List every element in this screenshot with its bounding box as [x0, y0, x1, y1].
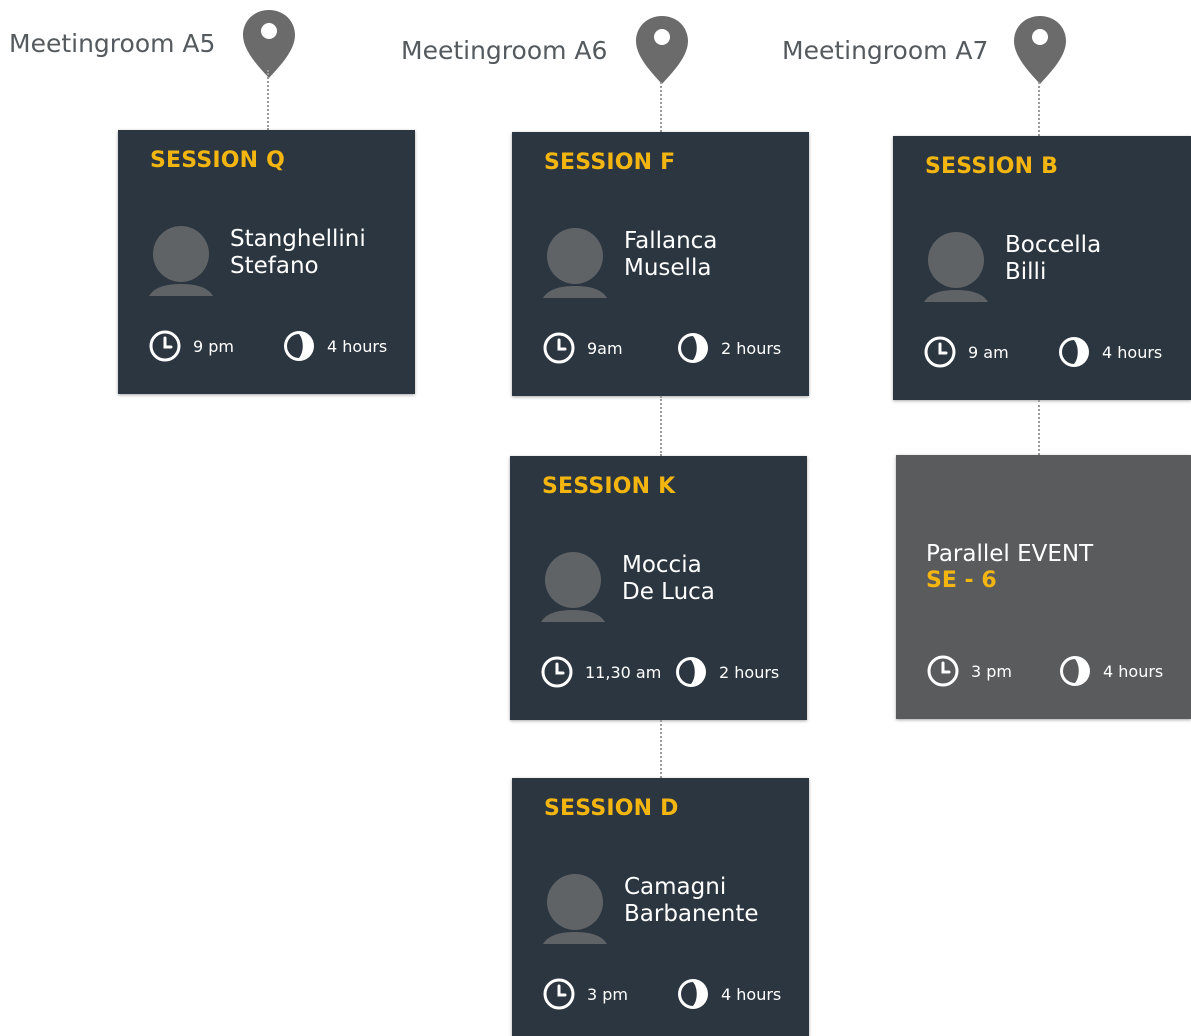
map-pin-icon [243, 10, 295, 78]
session-card-k[interactable]: SESSION K Moccia De Luca 11,30 am 2 hour… [510, 456, 807, 720]
session-title: SESSION F [544, 150, 676, 175]
session-time: 9 pm [149, 330, 234, 362]
connector [660, 396, 662, 456]
connector [1038, 400, 1040, 455]
clock-icon [543, 978, 575, 1010]
session-title: SESSION Q [150, 148, 286, 173]
speaker-name: Fallanca Musella [624, 228, 718, 281]
half-circle-duration-icon [284, 331, 314, 361]
clock-icon [927, 655, 959, 687]
clock-icon [924, 336, 956, 368]
session-card-b[interactable]: SESSION B Boccella Billi 9 am 4 hours [893, 136, 1191, 400]
session-title: SESSION B [925, 154, 1059, 179]
speaker-name: Boccella Billi [1005, 232, 1102, 285]
parallel-event-label: Parallel EVENT [926, 541, 1094, 567]
session-title: SESSION D [544, 796, 679, 821]
session-duration: 4 hours [283, 330, 387, 362]
speaker-name: Camagni Barbanente [624, 874, 759, 927]
map-pin-icon [636, 16, 688, 84]
session-duration: 2 hours [677, 332, 781, 364]
connector [1038, 82, 1040, 136]
half-circle-duration-icon [678, 333, 708, 363]
room-label-a7: Meetingroom A7 [782, 36, 989, 65]
speaker-name: Moccia De Luca [622, 552, 715, 605]
session-duration: 4 hours [1059, 655, 1163, 687]
session-title: SESSION K [542, 474, 676, 499]
avatar-silhouette-icon [541, 552, 605, 622]
half-circle-duration-icon [1059, 337, 1089, 367]
session-card-d[interactable]: SESSION D Camagni Barbanente 3 pm 4 hour… [512, 778, 809, 1036]
parallel-event-card[interactable]: Parallel EVENT SE - 6 3 pm 4 hours [896, 455, 1191, 719]
room-label-a6: Meetingroom A6 [401, 36, 608, 65]
clock-icon [149, 330, 181, 362]
connector [660, 82, 662, 132]
session-duration: 4 hours [677, 978, 781, 1010]
speaker-name: Stanghellini Stefano [230, 226, 366, 279]
session-time: 11,30 am [541, 656, 661, 688]
session-time: 3 pm [927, 655, 1012, 687]
session-duration: 4 hours [1058, 336, 1162, 368]
avatar-silhouette-icon [924, 232, 988, 302]
map-pin-icon [1014, 16, 1066, 84]
connector [267, 70, 269, 130]
session-card-q[interactable]: SESSION Q Stanghellini Stefano 9 pm 4 ho… [118, 130, 415, 394]
session-time: 3 pm [543, 978, 628, 1010]
session-time: 9 am [924, 336, 1009, 368]
half-circle-duration-icon [1060, 656, 1090, 686]
half-circle-duration-icon [678, 979, 708, 1009]
session-time: 9am [543, 332, 623, 364]
avatar-silhouette-icon [543, 228, 607, 298]
avatar-silhouette-icon [543, 874, 607, 944]
room-label-a5: Meetingroom A5 [9, 29, 216, 58]
parallel-event-code: SE - 6 [926, 568, 997, 593]
half-circle-duration-icon [676, 657, 706, 687]
clock-icon [541, 656, 573, 688]
session-duration: 2 hours [675, 656, 779, 688]
avatar-silhouette-icon [149, 226, 213, 296]
session-card-f[interactable]: SESSION F Fallanca Musella 9am 2 hours [512, 132, 809, 396]
connector [660, 720, 662, 778]
clock-icon [543, 332, 575, 364]
